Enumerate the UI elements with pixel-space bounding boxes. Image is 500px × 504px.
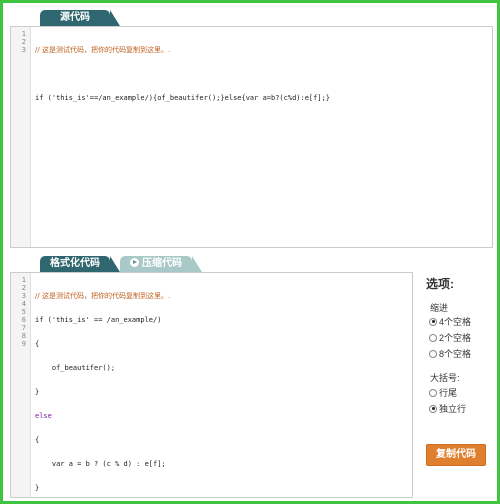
tab-minified-label: 压缩代码 (142, 258, 182, 269)
radio-icon[interactable] (429, 388, 437, 397)
code-line: } (35, 484, 40, 492)
code-line: { (35, 436, 40, 444)
code-line: if ('this_is'==/an_example/){of_beautife… (35, 94, 331, 102)
tab-source[interactable]: 源代码 (40, 10, 120, 26)
brace-option-new-line[interactable]: 独立行 (429, 402, 466, 415)
source-code-editor[interactable]: 1 2 3 // 这是测试代码，把你的代码复制到这里。. if ('this_i… (10, 26, 493, 248)
radio-icon[interactable] (429, 404, 437, 413)
line-number-gutter: 1 2 3 4 5 6 7 8 9 (11, 273, 31, 497)
radio-icon[interactable] (429, 349, 437, 358)
line-number: 4 (21, 300, 26, 308)
code-comment: // 这是测试代码，把你的代码复制到这里。. (35, 292, 171, 300)
code-line: of_beautifer(); (35, 364, 116, 372)
tab-minified[interactable]: 压缩代码 (120, 256, 202, 272)
formatted-code-text[interactable]: // 这是测试代码，把你的代码复制到这里。. if ('this_is' == … (35, 276, 408, 497)
line-number: 3 (21, 292, 26, 300)
line-number: 8 (21, 332, 26, 340)
brace-label: 大括号: (430, 373, 460, 383)
indent-option-2[interactable]: 2个空格 (429, 331, 471, 344)
line-number: 3 (21, 46, 26, 54)
radio-icon[interactable] (429, 333, 437, 342)
indent-option-label: 8个空格 (439, 349, 472, 359)
tab-formatted[interactable]: 格式化代码 (40, 256, 120, 272)
brace-option-end-of-line[interactable]: 行尾 (429, 386, 457, 399)
line-number-gutter: 1 2 3 (11, 27, 31, 247)
line-number: 1 (21, 276, 26, 284)
code-line: { (35, 340, 40, 348)
copy-code-button[interactable]: 复制代码 (426, 444, 486, 466)
indent-option-label: 2个空格 (439, 333, 472, 343)
brace-option-label: 行尾 (439, 388, 458, 398)
play-icon (130, 258, 139, 267)
code-line: if ('this_is' == /an_example/) (35, 316, 162, 324)
brace-option-label: 独立行 (439, 404, 467, 414)
options-title: 选项: (426, 277, 454, 291)
line-number: 2 (21, 38, 26, 46)
line-number: 7 (21, 324, 26, 332)
code-line: else (35, 412, 52, 420)
indent-option-8[interactable]: 8个空格 (429, 347, 471, 360)
formatted-code-editor[interactable]: 1 2 3 4 5 6 7 8 9 // 这是测试代码，把你的代码复制到这里。.… (10, 272, 413, 498)
code-line: } (35, 388, 40, 396)
line-number: 1 (21, 30, 26, 38)
indent-label: 缩进 (430, 303, 449, 313)
code-line: var a = b ? (c % d) : e[f]; (35, 460, 166, 468)
indent-option-4[interactable]: 4个空格 (429, 315, 471, 328)
radio-icon[interactable] (429, 317, 437, 326)
line-number: 9 (21, 340, 26, 348)
line-number: 6 (21, 316, 26, 324)
indent-option-label: 4个空格 (439, 317, 472, 327)
code-comment: // 这是测试代码，把你的代码复制到这里。. (35, 46, 171, 54)
source-code-text[interactable]: // 这是测试代码，把你的代码复制到这里。. if ('this_is'==/a… (35, 30, 488, 118)
line-number: 2 (21, 284, 26, 292)
line-number: 5 (21, 308, 26, 316)
